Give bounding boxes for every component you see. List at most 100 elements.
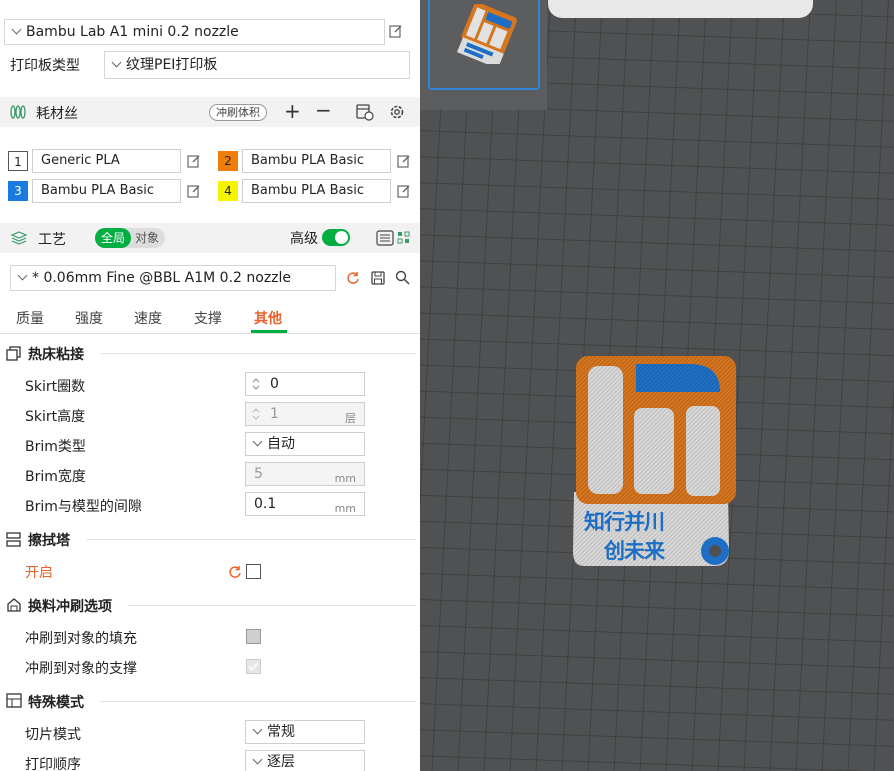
plate-thumbnail[interactable] (420, 0, 547, 110)
tab-speed[interactable]: 速度 (134, 308, 162, 328)
group-divider (100, 701, 416, 702)
brim-gap-unit: mm (334, 502, 356, 515)
spinner-icon[interactable] (252, 376, 260, 392)
prime-tower-checkbox[interactable] (246, 564, 261, 579)
plate-type-label: 打印板类型 (10, 58, 80, 74)
special-mode-title: 特殊模式 (28, 695, 84, 711)
spinner-icon (252, 408, 260, 420)
group-divider (86, 539, 416, 540)
add-filament-icon[interactable]: + (284, 99, 301, 123)
filament-select-1[interactable]: Generic PLA (32, 149, 181, 173)
print-sequence-label: 打印顺序 (25, 757, 81, 771)
tab-quality[interactable]: 质量 (16, 308, 44, 328)
chevron-down-icon (252, 436, 263, 447)
model-object[interactable]: 知行并川 创未来 (570, 352, 740, 572)
advanced-switch[interactable] (322, 229, 350, 246)
scope-toggle[interactable]: 全局 对象 (95, 228, 165, 248)
filament-select-2[interactable]: Bambu PLA Basic (242, 149, 391, 173)
brim-width-unit: mm (334, 472, 356, 485)
filament-title: 耗材丝 (36, 106, 78, 122)
flush-volume-button[interactable]: 冲刷体积 (209, 104, 267, 121)
bed-adhesion-icon (6, 346, 21, 361)
ams-sync-icon[interactable] (356, 104, 374, 121)
slicing-mode-select[interactable]: 常规 (245, 720, 365, 744)
skirt-height-input: 1 层 (245, 402, 365, 426)
brim-gap-value: 0.1 (254, 496, 277, 512)
edit-icon[interactable] (187, 154, 201, 168)
model-text-line1: 知行并川 (584, 510, 665, 534)
settings-gear-icon[interactable] (389, 104, 405, 120)
plate-type-select[interactable]: 纹理PEI打印板 (104, 51, 410, 79)
tab-others[interactable]: 其他 (254, 308, 282, 328)
settings-panel: Bambu Lab A1 mini 0.2 nozzle 打印板类型 纹理PEI… (0, 0, 420, 771)
flush-options-icon (7, 598, 21, 612)
list-view-icon[interactable] (376, 230, 394, 246)
edit-icon[interactable] (389, 24, 403, 38)
edit-icon[interactable] (187, 184, 201, 198)
filament-select-4[interactable]: Bambu PLA Basic (242, 179, 391, 203)
plate-type-value: 纹理PEI打印板 (126, 57, 218, 73)
prime-tower-enable-label: 开启 (25, 565, 53, 581)
skirt-loops-label: Skirt圈数 (25, 379, 86, 395)
filament-icon (10, 105, 26, 119)
remove-filament-icon[interactable]: − (315, 98, 332, 122)
filament-swatch-4[interactable]: 4 (218, 181, 238, 201)
chevron-down-icon (252, 754, 263, 765)
skirt-loops-input[interactable]: 0 (245, 372, 365, 396)
toggle-global[interactable]: 全局 (95, 228, 131, 248)
filament-swatch-2[interactable]: 2 (218, 151, 238, 171)
process-header: 工艺 全局 对象 高级 (0, 223, 420, 253)
edit-icon[interactable] (397, 184, 411, 198)
printer-select[interactable]: Bambu Lab A1 mini 0.2 nozzle (4, 19, 385, 45)
layers-icon (10, 231, 28, 245)
flush-infill-checkbox[interactable] (246, 629, 261, 644)
brim-gap-input[interactable]: 0.1 mm (245, 492, 365, 516)
top-toolbar (548, 0, 813, 18)
skirt-height-label: Skirt高度 (25, 409, 86, 425)
process-preset-select[interactable]: * 0.06mm Fine @BBL A1M 0.2 nozzle (10, 265, 336, 291)
process-preset-value: * 0.06mm Fine @BBL A1M 0.2 nozzle (32, 270, 292, 286)
filament-header: 耗材丝 冲刷体积 + − (0, 97, 420, 127)
toggle-object[interactable]: 对象 (132, 228, 162, 248)
print-sequence-value: 逐层 (267, 754, 295, 770)
brim-width-label: Brim宽度 (25, 469, 86, 485)
brim-gap-label: Brim与模型的间隙 (25, 499, 142, 515)
printer-name: Bambu Lab A1 mini 0.2 nozzle (26, 24, 239, 40)
tab-divider (0, 333, 420, 334)
compare-icon[interactable] (397, 230, 411, 246)
brim-width-input: 5 mm (245, 462, 365, 486)
filament-select-3[interactable]: Bambu PLA Basic (32, 179, 181, 203)
filament-swatch-3[interactable]: 3 (8, 181, 28, 201)
flush-infill-label: 冲刷到对象的填充 (25, 631, 137, 647)
filament-swatch-1[interactable]: 1 (8, 151, 28, 171)
reset-icon[interactable] (346, 271, 360, 285)
flush-support-label: 冲刷到对象的支撑 (25, 661, 137, 677)
skirt-height-value: 1 (270, 406, 279, 422)
switch-knob (335, 231, 348, 244)
3d-viewport[interactable]: 知行并川 创未来 (420, 0, 894, 771)
thumbnail-model (457, 4, 517, 64)
prime-tower-icon (6, 532, 21, 547)
flush-options-title: 换料冲刷选项 (28, 599, 112, 615)
tab-strength[interactable]: 强度 (75, 308, 103, 328)
search-icon[interactable] (395, 270, 410, 285)
flush-support-checkbox[interactable] (246, 659, 261, 674)
slicing-mode-value: 常规 (267, 724, 295, 740)
slicing-mode-label: 切片模式 (25, 727, 81, 743)
skirt-height-unit: 层 (345, 412, 356, 425)
tab-support[interactable]: 支撑 (194, 308, 222, 328)
chevron-down-icon (252, 724, 263, 735)
process-title: 工艺 (38, 232, 66, 248)
brim-type-label: Brim类型 (25, 439, 86, 455)
edit-icon[interactable] (397, 154, 411, 168)
prime-tower-title: 擦拭塔 (28, 533, 70, 549)
checkmark-icon (248, 662, 259, 671)
print-sequence-select[interactable]: 逐层 (245, 750, 365, 771)
chevron-down-icon (17, 270, 28, 281)
group-divider (100, 353, 416, 354)
skirt-loops-value: 0 (270, 376, 279, 392)
save-icon[interactable] (371, 271, 385, 285)
brim-type-select[interactable]: 自动 (245, 432, 365, 456)
brim-type-value: 自动 (267, 436, 295, 452)
reset-icon[interactable] (228, 565, 242, 579)
